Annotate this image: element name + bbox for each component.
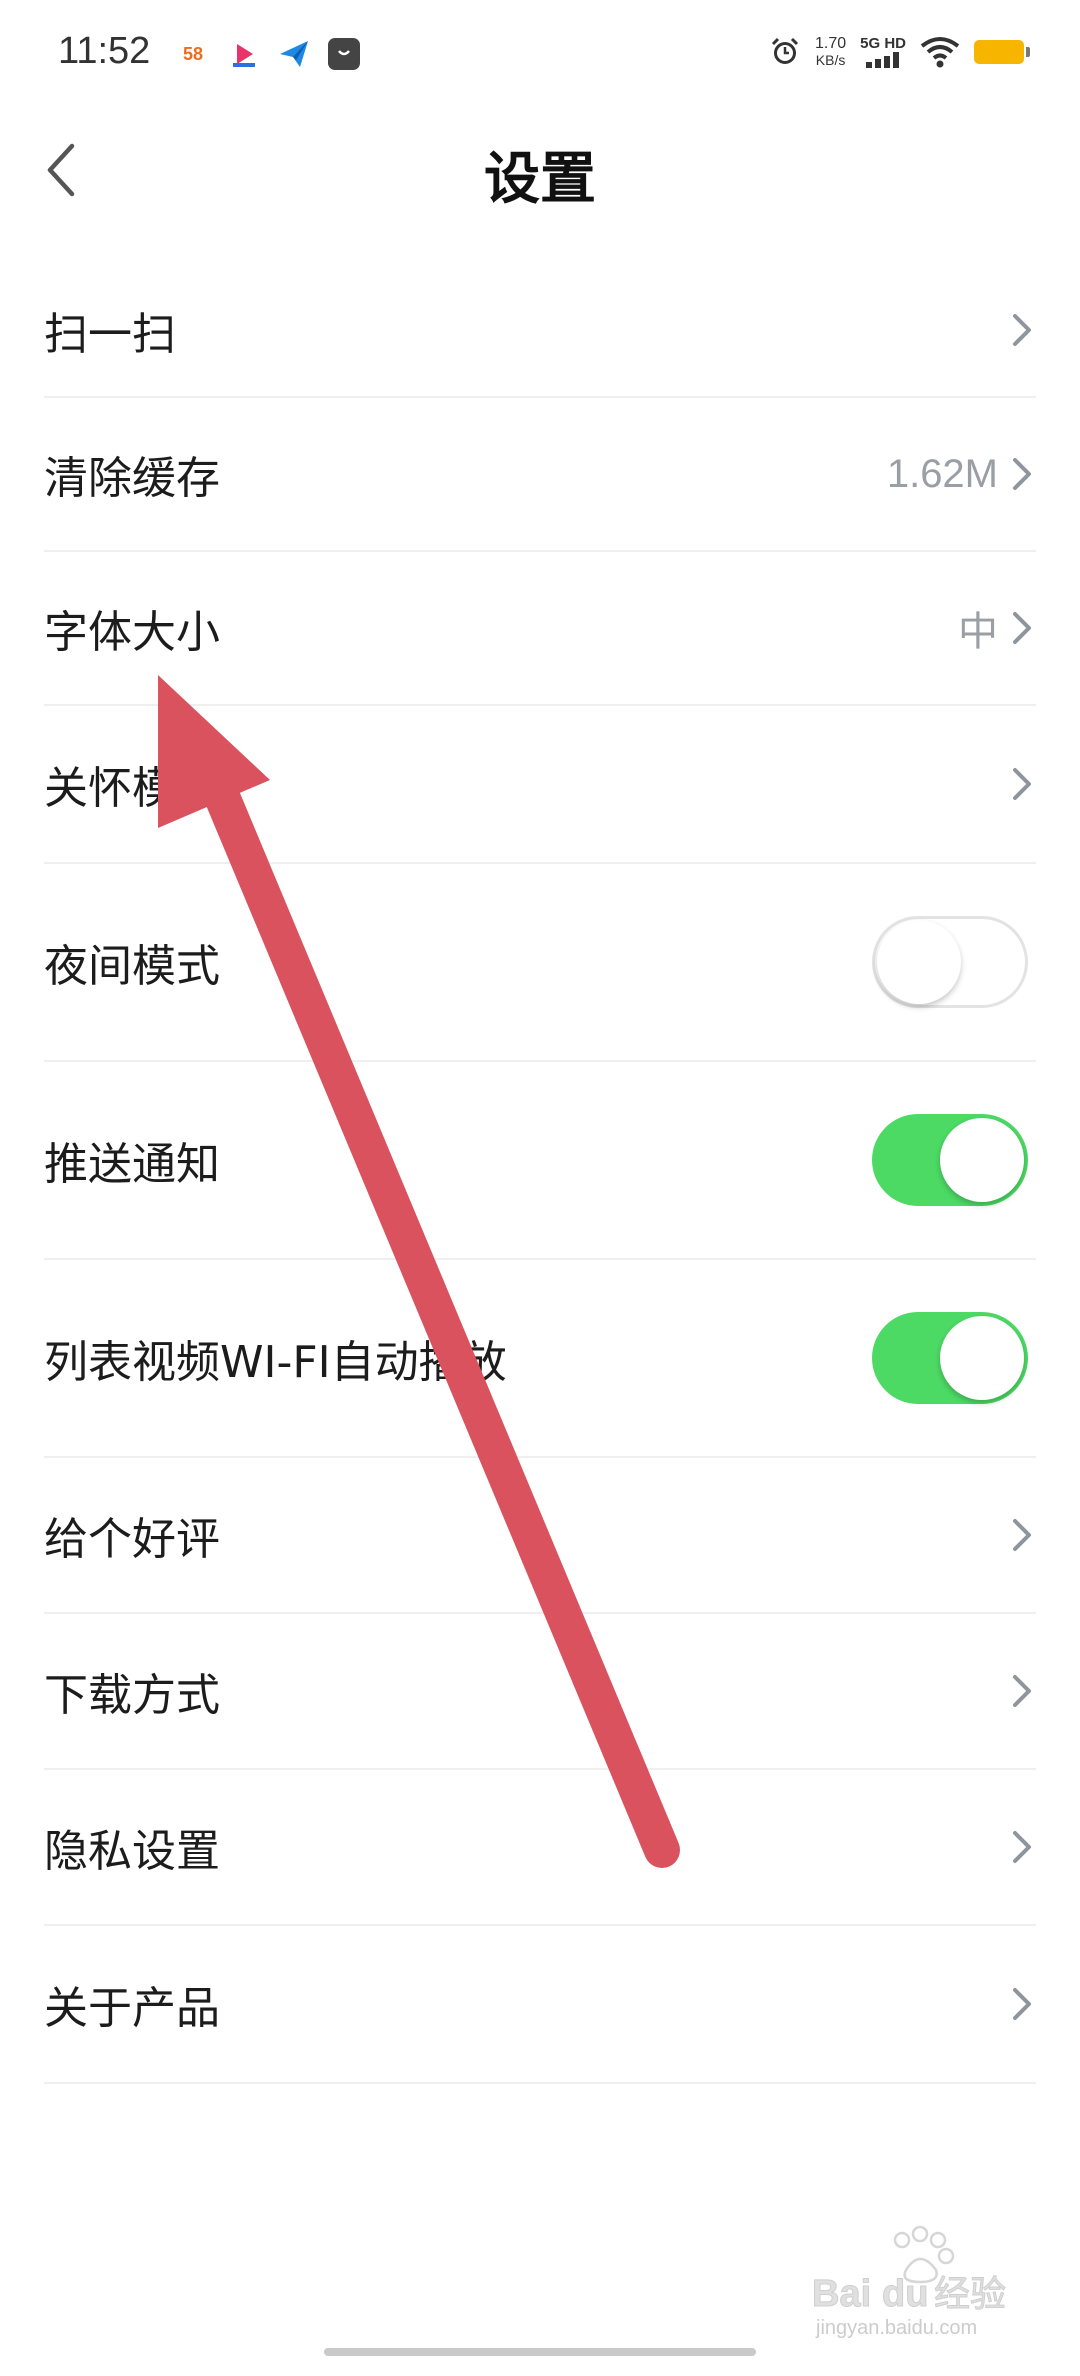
settings-row-label: 给个好评 <box>44 1514 220 1565</box>
settings-row-clear-cache[interactable]: 清除缓存 1.62M <box>44 398 1036 552</box>
chevron-right-icon <box>1008 1517 1036 1553</box>
chevron-right-icon <box>1008 456 1036 492</box>
cache-size-value: 1.62M <box>886 451 998 496</box>
network-type-label: 5G HD <box>860 35 906 52</box>
chevron-right-icon <box>1008 1673 1036 1709</box>
settings-row-download-method[interactable]: 下载方式 <box>44 1614 1036 1770</box>
chevron-right-icon <box>1008 610 1036 646</box>
network-speed-value: 1.70 <box>815 35 847 52</box>
chevron-right-icon <box>1008 1986 1036 2022</box>
wifi-autoplay-toggle[interactable] <box>872 1312 1028 1404</box>
row-right <box>1008 1829 1036 1865</box>
settings-row-label: 关怀模式 <box>44 763 220 814</box>
watermark-url: jingyan.baidu.com <box>815 2317 977 2339</box>
settings-row-label: 清除缓存 <box>44 453 220 504</box>
settings-row-label: 下载方式 <box>44 1670 220 1721</box>
night-mode-toggle[interactable] <box>872 916 1028 1008</box>
row-right <box>872 916 1036 1008</box>
chevron-right-icon <box>1008 766 1036 802</box>
settings-row-wifi-autoplay: 列表视频WI-FI自动播放 <box>44 1260 1036 1458</box>
home-indicator[interactable] <box>324 2348 756 2356</box>
toggle-knob <box>940 1316 1024 1400</box>
network-speed: 1.70 KB/s <box>815 35 847 69</box>
header: 设置 <box>0 120 1080 220</box>
wifi-icon <box>920 37 960 68</box>
settings-row-label: 关于产品 <box>44 1983 220 2034</box>
chevron-right-icon <box>1008 1829 1036 1865</box>
settings-row-rate-us[interactable]: 给个好评 <box>44 1458 1036 1614</box>
paper-plane-icon <box>278 38 310 70</box>
row-right <box>872 1312 1036 1404</box>
settings-row-label: 列表视频WI-FI自动播放 <box>44 1337 507 1388</box>
row-right <box>1008 766 1036 802</box>
shopping-bag-icon <box>328 38 360 70</box>
network-speed-unit: KB/s <box>815 52 846 68</box>
watermark-brand-cn: 经验 <box>934 2274 1006 2315</box>
watermark-brand: Bai <box>812 2273 871 2315</box>
status-indicators: 1.70 KB/s 5G HD <box>769 35 1030 69</box>
video-app-icon <box>228 38 260 70</box>
signal-bars-icon <box>866 52 900 68</box>
status-time: 11:52 <box>58 30 151 72</box>
app-58-icon: 58 <box>182 43 204 64</box>
notification-app-icons: 58 <box>176 38 360 70</box>
settings-row-label: 扫一扫 <box>44 309 176 360</box>
baidu-watermark: Bai du 经验 jingyan.baidu.com <box>810 2225 1030 2346</box>
toggle-knob <box>877 920 961 1004</box>
page-title: 设置 <box>484 147 596 212</box>
row-right <box>1008 1986 1036 2022</box>
toggle-knob <box>940 1118 1024 1202</box>
settings-row-scan[interactable]: 扫一扫 <box>44 264 1036 398</box>
settings-row-about[interactable]: 关于产品 <box>44 1926 1036 2084</box>
baidu-paw-logo-icon: Bai du 经验 jingyan.baidu.com <box>812 2225 1007 2339</box>
chevron-right-icon <box>1008 312 1036 348</box>
settings-row-care-mode[interactable]: 关怀模式 <box>44 706 1036 864</box>
svg-text:du: du <box>882 2273 928 2315</box>
settings-row-night-mode: 夜间模式 <box>44 864 1036 1062</box>
row-right <box>1008 1673 1036 1709</box>
push-notify-toggle[interactable] <box>872 1114 1028 1206</box>
status-bar: 11:52 58 1.70 KB/s 5G HD <box>0 0 1080 120</box>
battery-icon <box>974 40 1030 64</box>
row-right <box>1008 312 1036 348</box>
settings-row-push-notify: 推送通知 <box>44 1062 1036 1260</box>
row-right: 中 <box>958 599 1036 657</box>
alarm-clock-icon <box>771 37 799 64</box>
row-right <box>1008 1517 1036 1553</box>
settings-row-label: 夜间模式 <box>44 941 220 992</box>
settings-row-label: 字体大小 <box>44 607 220 658</box>
row-right <box>872 1114 1036 1206</box>
settings-row-privacy[interactable]: 隐私设置 <box>44 1770 1036 1926</box>
cellular-signal: 5G HD <box>860 36 906 68</box>
settings-row-label: 隐私设置 <box>44 1826 220 1877</box>
settings-row-font-size[interactable]: 字体大小 中 <box>44 552 1036 706</box>
row-right: 1.62M <box>887 452 1036 497</box>
settings-row-label: 推送通知 <box>44 1139 220 1190</box>
font-size-value: 中 <box>958 610 998 654</box>
